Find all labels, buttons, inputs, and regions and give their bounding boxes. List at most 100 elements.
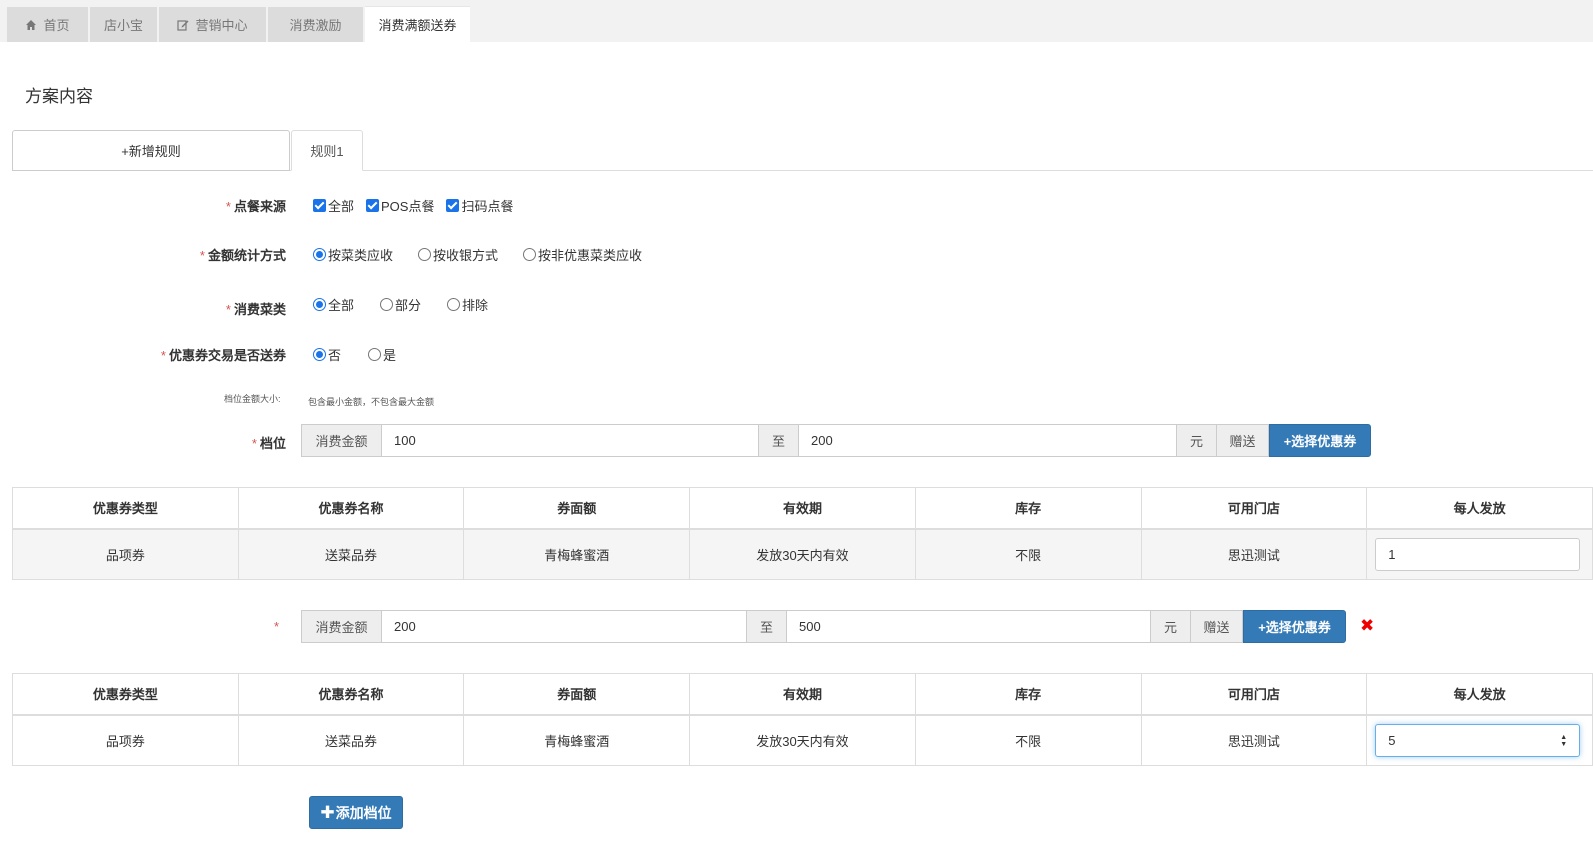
col-stock: 库存 [914,487,1142,530]
option-label: 排除 [462,298,489,313]
tier-2-label: * [274,619,282,634]
dish-category-label: * 消费菜类 [226,299,286,318]
dish-category-option-exclude[interactable]: 排除 [447,295,488,314]
tier-2-max-input[interactable]: 500 [787,610,1151,643]
dish-category-option-part[interactable]: 部分 [380,295,421,314]
coupon-trade-option-yes[interactable]: 是 [368,345,396,364]
plus-icon: ✚ [320,802,335,822]
source-option-scan[interactable]: 扫码点餐 [446,196,514,215]
source-option-pos[interactable]: POS点餐 [366,196,434,215]
col-coupon-name: 优惠券名称 [237,673,465,716]
tier-1-min-input[interactable]: 100 [382,424,759,457]
amount-addon: 消费金额 [301,424,382,457]
required-mark: * [273,619,279,634]
radio-unselected[interactable] [523,248,537,261]
radio-selected[interactable] [313,348,326,361]
option-label: 是 [383,348,397,363]
tier-2-min-input[interactable]: 200 [382,610,747,643]
required-mark: * [199,248,205,263]
col-stock: 库存 [914,673,1142,716]
per-person-value: 5 [1388,732,1396,748]
tier-label-text: 档位 [259,436,286,451]
col-coupon-name: 优惠券名称 [237,487,465,530]
tier-label: * 档位 [252,433,286,452]
table-row: 品项券 送菜品券 青梅蜂蜜酒 发放30天内有效 不限 思迅测试 1 [12,528,1593,580]
radio-unselected[interactable] [447,298,461,311]
checkbox-checked[interactable] [313,199,326,212]
checkbox-checked[interactable] [366,199,380,212]
col-per-person: 每人发放 [1366,673,1593,716]
cell-validity: 发放30天内有效 [689,528,916,580]
cell-coupon-type: 品项券 [12,714,239,766]
cell-coupon-name: 送菜品券 [237,714,465,766]
coupon-trade-label-text: 优惠券交易是否送券 [168,348,286,363]
cell-store: 思迅测试 [1140,714,1368,766]
add-rule-button[interactable]: +新增规则 [12,130,290,171]
delete-tier-icon[interactable]: ✖ [1360,616,1374,636]
option-label: 按收银方式 [433,248,499,263]
table-header-row: 优惠券类型 优惠券名称 券面额 有效期 库存 可用门店 每人发放 [12,673,1593,716]
option-label: 否 [328,348,342,363]
per-person-input[interactable]: 5 ▲ ▼ [1375,723,1581,757]
tab-label: 消费激励 [289,18,342,33]
amount-method-option-cashier[interactable]: 按收银方式 [418,245,498,264]
col-store: 可用门店 [1140,673,1368,716]
col-coupon-type: 优惠券类型 [12,487,239,530]
tab-label: 消费满额送券 [378,18,457,33]
add-tier-label: 添加档位 [335,804,392,821]
tier-1-select-coupon-button[interactable]: +选择优惠券 [1269,424,1371,457]
option-label: 扫码点餐 [461,199,514,214]
amount-method-options: 按菜类应收 按收银方式 按非优惠菜类应收 [313,245,654,264]
edit-icon [177,19,189,31]
tab-label: 营销中心 [195,18,248,33]
dish-category-option-all[interactable]: 全部 [313,295,354,314]
checkbox-checked[interactable] [446,199,460,212]
cell-face-value: 青梅蜂蜜酒 [463,528,691,580]
tab-dianxiaobao[interactable]: 店小宝 [90,7,157,42]
amount-method-option-dish[interactable]: 按菜类应收 [313,245,393,264]
tier-1-max-input[interactable]: 200 [799,424,1177,457]
required-mark: * [160,348,166,363]
radio-selected[interactable] [313,298,326,311]
source-option-all[interactable]: 全部 [313,196,354,215]
tab-rule-1[interactable]: 规则1 [291,130,363,171]
coupon-trade-option-no[interactable]: 否 [313,345,341,364]
source-options: 全部 POS点餐 扫码点餐 [313,196,526,215]
radio-unselected[interactable] [418,248,432,261]
tier-2-select-coupon-button[interactable]: +选择优惠券 [1243,610,1346,643]
gift-addon: 赠送 [1191,610,1243,643]
amount-method-option-nondiscount[interactable]: 按非优惠菜类应收 [523,245,642,264]
amount-addon: 消费金额 [301,610,382,643]
option-label: 按菜类应收 [328,248,394,263]
coupon-trade-options: 否 是 [313,345,408,364]
tier-hint-note: 包含最小金额，不包含最大金额 [308,397,435,407]
to-addon: 至 [747,610,787,643]
tier-2-range-group: 消费金额 200 至 500 元 赠送 +选择优惠券 [301,610,1346,643]
home-icon [26,19,37,30]
option-label: 部分 [395,298,422,313]
col-validity: 有效期 [689,487,916,530]
tab-consume-incentive[interactable]: 消费激励 [268,7,363,42]
section-title: 方案内容 [25,87,93,106]
tab-marketing-center[interactable]: 营销中心 [159,7,266,42]
col-face-value: 券面额 [463,673,691,716]
tab-consume-full-coupon[interactable]: 消费满额送券 [365,6,470,42]
spinner-icon[interactable]: ▲ ▼ [1560,734,1567,748]
dish-category-options: 全部 部分 排除 [313,295,500,314]
col-coupon-type: 优惠券类型 [12,673,239,716]
radio-unselected[interactable] [380,298,394,311]
cell-validity: 发放30天内有效 [689,714,916,766]
cell-stock: 不限 [914,714,1142,766]
radio-unselected[interactable] [368,348,382,361]
tier-hint-label: 档位金额大小: [224,394,281,404]
tier-2-coupon-table: 优惠券类型 优惠券名称 券面额 有效期 库存 可用门店 每人发放 品项券 送菜品… [12,673,1593,766]
tab-home[interactable]: 首页 [7,7,88,42]
per-person-input[interactable]: 1 [1375,537,1581,571]
cell-coupon-type: 品项券 [12,528,239,580]
coupon-trade-label: * 优惠券交易是否送券 [161,345,286,364]
radio-selected[interactable] [313,248,326,261]
tab-label: 店小宝 [103,18,143,33]
tier-1-range-group: 消费金额 100 至 200 元 赠送 +选择优惠券 [301,424,1371,457]
add-tier-button[interactable]: ✚ 添加档位 [309,796,403,829]
required-mark: * [225,302,231,317]
